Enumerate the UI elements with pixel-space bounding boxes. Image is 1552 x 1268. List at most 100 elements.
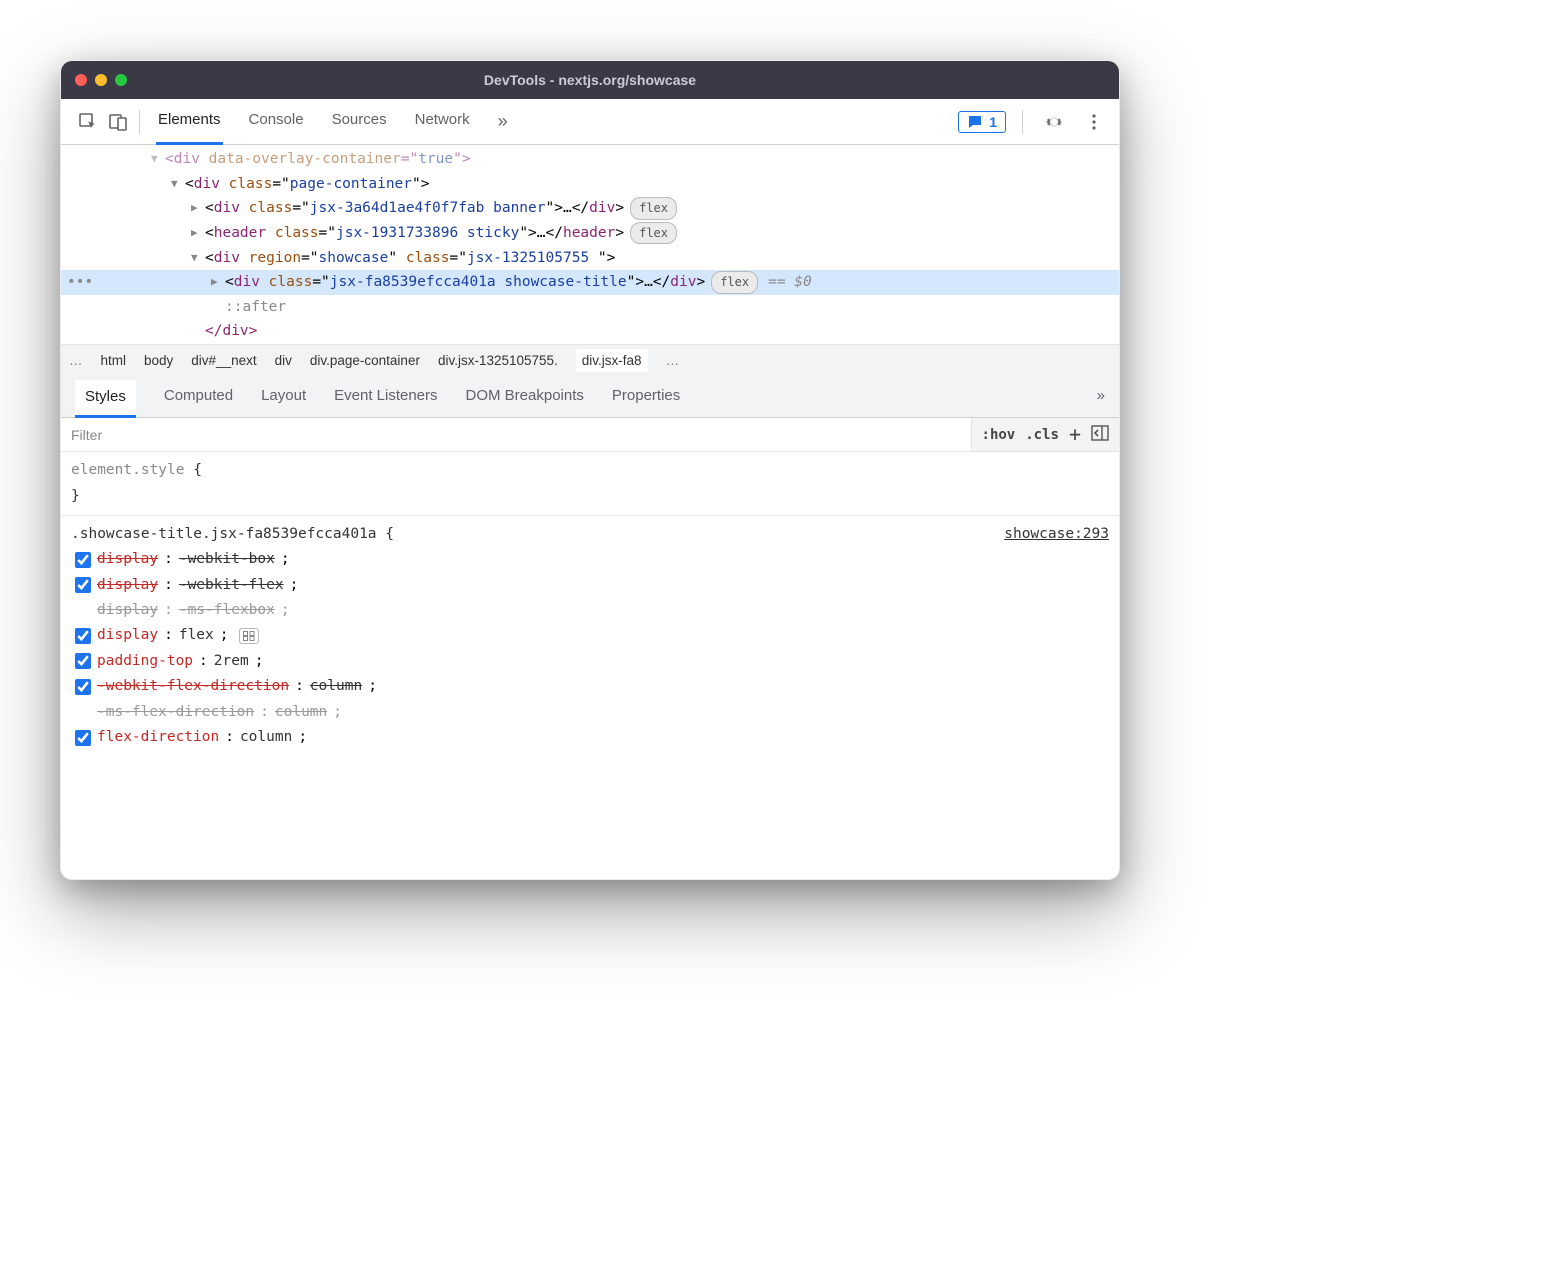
css-declaration[interactable]: flex-direction: column; [71, 725, 1109, 750]
main-tabs: Elements Console Sources Network » [146, 99, 958, 145]
breadcrumb: … html body div#__next div div.page-cont… [61, 344, 1119, 376]
message-icon [967, 114, 983, 130]
property-name[interactable]: flex-direction [97, 725, 219, 750]
gear-icon[interactable] [1039, 107, 1069, 137]
subtab-layout[interactable]: Layout [261, 387, 306, 417]
dom-tree[interactable]: ▼ <div data-overlay-container="true"> ▼ … [61, 145, 1119, 344]
property-value[interactable]: column [275, 700, 327, 725]
subtab-dom-breakpoints[interactable]: DOM Breakpoints [466, 387, 584, 417]
breadcrumb-item[interactable]: div.jsx-1325105755. [438, 353, 558, 368]
property-value[interactable]: -ms-flexbox [179, 598, 275, 623]
device-toggle-icon[interactable] [103, 107, 133, 137]
tree-row-selected[interactable]: ••• ▶ <div class="jsx-fa8539efcca401a sh… [61, 270, 1119, 295]
subtab-styles[interactable]: Styles [75, 380, 136, 418]
declaration-toggle[interactable] [75, 552, 91, 568]
css-declaration[interactable]: display: flex; [71, 623, 1109, 648]
css-declaration[interactable]: -ms-flex-direction: column; [71, 700, 1109, 725]
rule-selector[interactable]: .showcase-title.jsx-fa8539efcca401a { [71, 522, 394, 547]
tab-network[interactable]: Network [413, 99, 472, 145]
row-actions-icon[interactable]: ••• [67, 270, 93, 295]
kebab-menu-icon[interactable] [1079, 107, 1109, 137]
tree-row[interactable]: ▶ <header class="jsx-1931733896 sticky">… [61, 221, 1119, 246]
declaration-toggle[interactable] [75, 653, 91, 669]
flex-badge[interactable]: flex [630, 222, 677, 244]
tree-row[interactable]: ▶ <div class="jsx-3a64d1ae4f0f7fab banne… [61, 196, 1119, 221]
minimize-window-button[interactable] [95, 74, 107, 86]
issues-count: 1 [989, 114, 997, 130]
element-style-selector: element.style [71, 462, 185, 478]
css-declaration[interactable]: display: -webkit-flex; [71, 573, 1109, 598]
property-value[interactable]: flex [179, 623, 214, 648]
property-name[interactable]: padding-top [97, 649, 193, 674]
styles-filter-row: :hov .cls + [61, 418, 1119, 452]
property-value[interactable]: -webkit-flex [179, 573, 284, 598]
css-declaration[interactable]: -webkit-flex-direction: column; [71, 674, 1109, 699]
elements-pane: ▼ <div data-overlay-container="true"> ▼ … [61, 145, 1119, 879]
new-rule-button[interactable]: + [1069, 422, 1081, 446]
property-name[interactable]: display [97, 547, 158, 572]
inspect-element-icon[interactable] [73, 107, 103, 137]
property-value[interactable]: -webkit-box [179, 547, 275, 572]
css-declaration[interactable]: display: -ms-flexbox; [71, 598, 1109, 623]
declaration-toggle[interactable] [75, 577, 91, 593]
css-declaration[interactable]: display: -webkit-box; [71, 547, 1109, 572]
main-toolbar: Elements Console Sources Network » 1 [61, 99, 1119, 145]
toolbar-divider [139, 110, 140, 134]
pseudo-element: ::after [225, 295, 286, 320]
declaration-toggle[interactable] [75, 628, 91, 644]
subtab-event-listeners[interactable]: Event Listeners [334, 387, 437, 417]
tab-sources[interactable]: Sources [330, 99, 389, 145]
window-controls [75, 74, 127, 86]
declaration-toggle[interactable] [75, 679, 91, 695]
issues-badge[interactable]: 1 [958, 111, 1006, 133]
rule-source-link[interactable]: showcase:293 [1004, 522, 1109, 547]
property-name[interactable]: -ms-flex-direction [97, 700, 254, 725]
subtab-properties[interactable]: Properties [612, 387, 680, 417]
cls-toggle[interactable]: .cls [1025, 427, 1059, 443]
breadcrumb-overflow-left[interactable]: … [69, 353, 83, 368]
tree-row[interactable]: </div> [61, 319, 1119, 344]
tree-row[interactable]: ▼ <div class="page-container"> [61, 172, 1119, 197]
close-window-button[interactable] [75, 74, 87, 86]
flex-editor-icon[interactable] [239, 628, 259, 644]
console-reference: == $0 [768, 270, 812, 295]
hov-toggle[interactable]: :hov [982, 427, 1016, 443]
subtabs-overflow-icon[interactable]: » [1097, 387, 1105, 417]
tab-elements[interactable]: Elements [156, 99, 223, 145]
property-name[interactable]: -webkit-flex-direction [97, 674, 289, 699]
breadcrumb-overflow-right[interactable]: … [666, 353, 680, 368]
property-value[interactable]: 2rem [214, 649, 249, 674]
flex-badge[interactable]: flex [711, 271, 758, 293]
breadcrumb-item[interactable]: div [275, 353, 292, 368]
breadcrumb-item-active[interactable]: div.jsx-fa8 [576, 349, 648, 372]
tree-row[interactable]: ▼ <div region="showcase" class="jsx-1325… [61, 246, 1119, 271]
breadcrumb-item[interactable]: div#__next [191, 353, 256, 368]
tree-row[interactable]: ▼ <div data-overlay-container="true"> [61, 147, 1119, 172]
breadcrumb-item[interactable]: html [101, 353, 127, 368]
toolbar-divider [1022, 110, 1023, 134]
devtools-window: DevTools - nextjs.org/showcase Elements … [60, 60, 1120, 880]
tree-row[interactable]: ::after [61, 295, 1119, 320]
property-name[interactable]: display [97, 623, 158, 648]
flex-badge[interactable]: flex [630, 197, 677, 219]
declaration-toggle[interactable] [75, 730, 91, 746]
maximize-window-button[interactable] [115, 74, 127, 86]
css-rule-block[interactable]: .showcase-title.jsx-fa8539efcca401a { sh… [61, 520, 1119, 752]
styles-filter-input[interactable] [61, 418, 971, 451]
breadcrumb-item[interactable]: div.page-container [310, 353, 420, 368]
tab-console[interactable]: Console [247, 99, 306, 145]
property-value[interactable]: column [310, 674, 362, 699]
element-style-block[interactable]: element.style { } [61, 456, 1119, 511]
property-value[interactable]: column [240, 725, 292, 750]
sidebar-toggle-icon[interactable] [1091, 425, 1109, 445]
titlebar: DevTools - nextjs.org/showcase [61, 61, 1119, 99]
breadcrumb-item[interactable]: body [144, 353, 173, 368]
property-name[interactable]: display [97, 598, 158, 623]
tabs-overflow-icon[interactable]: » [496, 99, 510, 145]
styles-filter-tools: :hov .cls + [971, 418, 1119, 451]
styles-content[interactable]: element.style { } .showcase-title.jsx-fa… [61, 452, 1119, 879]
property-name[interactable]: display [97, 573, 158, 598]
subtab-computed[interactable]: Computed [164, 387, 233, 417]
css-declaration[interactable]: padding-top: 2rem; [71, 649, 1109, 674]
styles-sub-tabs: Styles Computed Layout Event Listeners D… [61, 376, 1119, 418]
